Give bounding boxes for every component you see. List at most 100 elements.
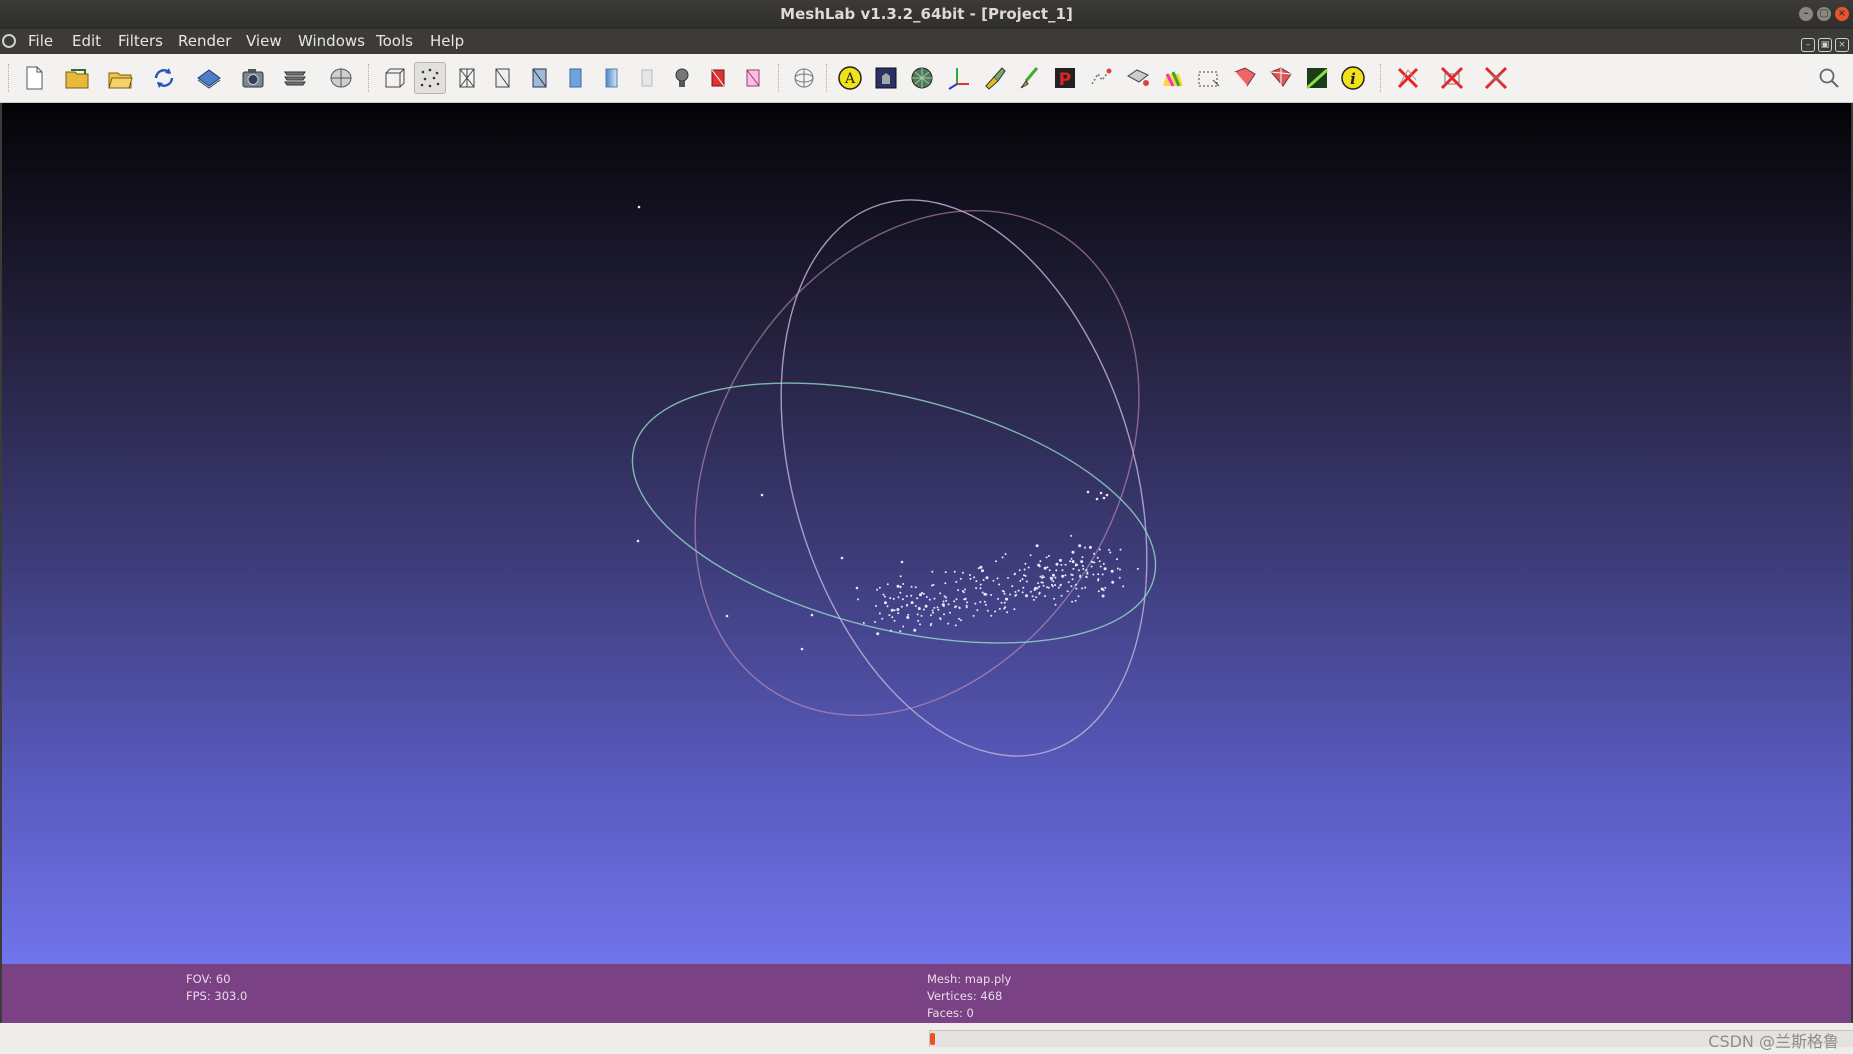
point <box>914 605 917 607</box>
quality-map-icon[interactable] <box>1301 62 1333 94</box>
point <box>990 594 993 596</box>
point <box>1003 607 1006 610</box>
point <box>1081 556 1084 559</box>
menu-filters[interactable]: Filters <box>118 32 163 50</box>
point <box>957 589 960 592</box>
mesh-info-icon[interactable] <box>870 62 902 94</box>
point <box>1046 586 1048 589</box>
texture-mode-icon[interactable] <box>631 62 663 94</box>
align-icon[interactable] <box>1085 62 1117 94</box>
point <box>1085 569 1088 572</box>
point <box>910 585 913 588</box>
point <box>943 613 945 616</box>
menu-view[interactable]: View <box>246 32 282 50</box>
point <box>1024 575 1027 577</box>
point <box>760 493 764 497</box>
point <box>941 603 945 607</box>
menu-render[interactable]: Render <box>178 32 231 50</box>
color-paint-icon[interactable] <box>1157 62 1189 94</box>
point <box>891 616 894 619</box>
raster-icon[interactable] <box>325 62 357 94</box>
select-edit-icon[interactable] <box>1122 62 1154 94</box>
maximize-button[interactable]: ▢ <box>1817 7 1831 21</box>
svg-text:A: A <box>844 71 856 87</box>
flat-lines-mode-icon[interactable] <box>523 62 555 94</box>
snapshot-icon[interactable] <box>237 62 269 94</box>
point <box>892 597 895 600</box>
point <box>1002 590 1005 593</box>
close-button[interactable]: × <box>1835 7 1849 21</box>
point <box>1108 548 1111 551</box>
trackball-ring-vertical <box>780 199 1148 757</box>
export-mesh-icon[interactable] <box>193 62 225 94</box>
info-icon[interactable]: i <box>1337 62 1369 94</box>
point <box>901 598 904 601</box>
point <box>636 539 640 543</box>
backface-icon[interactable] <box>702 62 734 94</box>
point <box>919 593 922 597</box>
minimize-button[interactable]: – <box>1799 7 1813 21</box>
app-logo-icon <box>2 34 16 48</box>
menu-windows[interactable]: Windows <box>298 32 365 50</box>
menu-tools[interactable]: Tools <box>376 32 413 50</box>
point <box>889 629 892 632</box>
select-vertex-icon[interactable] <box>1193 62 1225 94</box>
point <box>932 583 935 586</box>
layers-icon[interactable] <box>279 62 311 94</box>
mdi-restore-button[interactable]: ▣ <box>1818 38 1832 52</box>
point <box>1022 586 1025 589</box>
wireframe-mode-icon[interactable] <box>451 62 483 94</box>
axis-icon[interactable] <box>942 62 974 94</box>
reload-icon[interactable] <box>148 62 180 94</box>
mdi-minimize-button[interactable]: – <box>1801 38 1815 52</box>
paint-icon[interactable] <box>978 62 1010 94</box>
point <box>1069 560 1071 563</box>
point <box>916 613 919 616</box>
point <box>1122 585 1125 588</box>
mesh-name-label: Mesh: map.ply <box>927 972 1012 986</box>
hidden-lines-mode-icon[interactable] <box>486 62 518 94</box>
flat-mode-icon[interactable] <box>559 62 591 94</box>
point <box>1039 575 1042 578</box>
3d-viewport[interactable] <box>2 103 1851 964</box>
smooth-mode-icon[interactable] <box>595 62 627 94</box>
point <box>979 583 982 586</box>
annotation-icon[interactable]: A <box>834 62 866 94</box>
points-mode-icon[interactable] <box>414 62 446 94</box>
menu-help[interactable]: Help <box>430 32 464 50</box>
open-project-icon[interactable] <box>61 62 93 94</box>
point <box>1067 581 1070 584</box>
sphere-texture-icon[interactable] <box>906 62 938 94</box>
fov-label: FOV: 60 <box>186 972 231 986</box>
delete-faces-icon[interactable] <box>1436 62 1468 94</box>
point <box>1045 556 1048 559</box>
bbox-mode-icon[interactable] <box>378 62 410 94</box>
point <box>1040 581 1043 584</box>
delete-selected-icon[interactable] <box>1392 62 1424 94</box>
search-icon[interactable] <box>1817 66 1841 90</box>
menu-edit[interactable]: Edit <box>72 32 101 50</box>
vertices-label: Vertices: 468 <box>927 989 1003 1003</box>
point <box>979 587 982 590</box>
delete-vertices-icon[interactable] <box>1480 62 1512 94</box>
import-mesh-icon[interactable] <box>104 62 136 94</box>
point <box>990 614 993 617</box>
point <box>906 604 908 607</box>
double-side-icon[interactable] <box>737 62 769 94</box>
menu-file[interactable]: File <box>28 32 53 50</box>
trackball-icon[interactable] <box>788 62 820 94</box>
new-project-icon[interactable] <box>18 62 50 94</box>
point <box>1048 554 1050 557</box>
point <box>944 571 947 574</box>
select-face-icon[interactable] <box>1229 62 1261 94</box>
mdi-close-button[interactable]: × <box>1835 38 1849 52</box>
light-icon[interactable] <box>666 62 698 94</box>
brush-icon[interactable] <box>1013 62 1045 94</box>
point <box>1077 595 1080 598</box>
watermark-text: CSDN @兰斯格鲁 <box>1708 1032 1839 1051</box>
point <box>1066 590 1069 593</box>
select-connected-icon[interactable] <box>1265 62 1297 94</box>
point <box>959 577 962 580</box>
point <box>881 617 884 620</box>
pick-points-icon[interactable]: P <box>1049 62 1081 94</box>
